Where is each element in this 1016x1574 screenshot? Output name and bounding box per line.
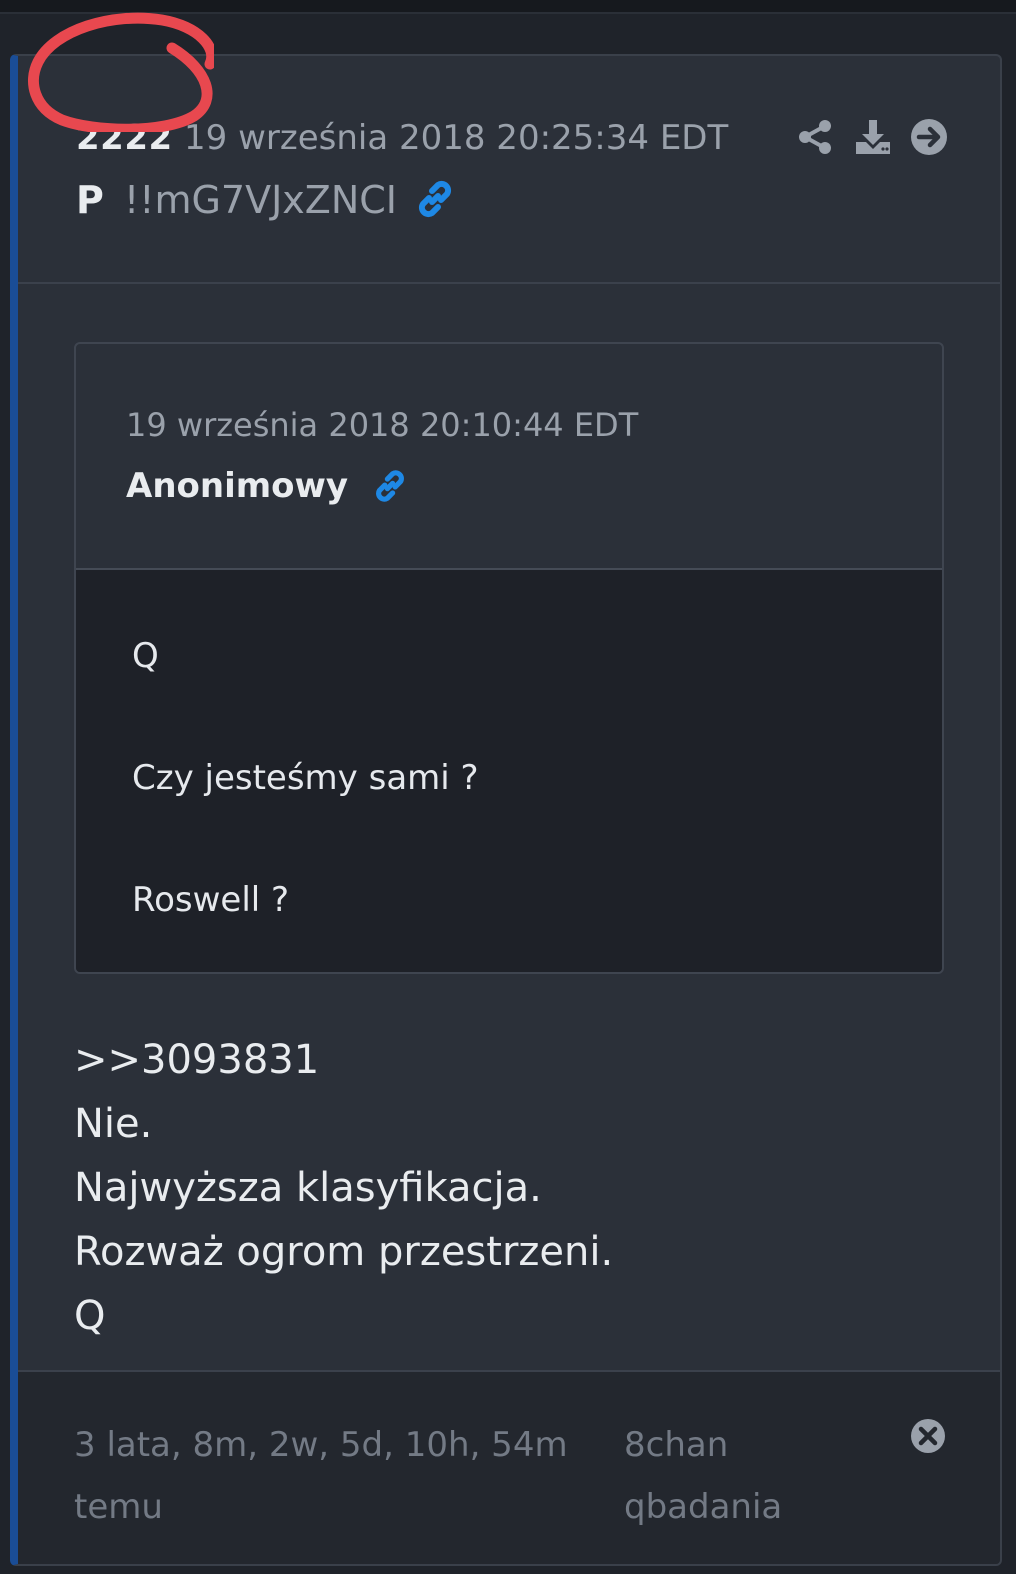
post-message: >>3093831 Nie. Najwyższa klasyfikacja. R… — [74, 1028, 944, 1348]
post-date: 19 września 2018 20:25:34 EDT — [184, 118, 729, 158]
post-header: 2222 19 września 2018 20:25:34 EDT P !!m… — [18, 56, 1000, 284]
quoted-post-header: 19 września 2018 20:10:44 EDT Anonimowy — [76, 344, 942, 570]
quoted-post-body: Q Czy jesteśmy sami ? Roswell ? — [76, 570, 942, 972]
message-line: Najwyższa klasyfikacja. — [74, 1165, 542, 1211]
arrow-right-circle-icon[interactable] — [910, 118, 948, 156]
quoted-post: 19 września 2018 20:10:44 EDT Anonimowy … — [74, 342, 944, 974]
message-signature: Q — [74, 1293, 106, 1339]
quoted-line: Q — [132, 636, 159, 676]
message-line: Rozważ ogrom przestrzeni. — [74, 1229, 614, 1275]
link-icon[interactable] — [370, 466, 410, 506]
message-line: Nie. — [74, 1101, 153, 1147]
post-number[interactable]: 2222 — [76, 118, 173, 158]
post-tripcode: !!mG7VJxZNCI — [124, 178, 397, 222]
download-icon[interactable] — [854, 118, 892, 156]
link-icon[interactable] — [412, 176, 458, 222]
post-footer: 3 lata, 8m, 2w, 5d, 10h, 54m temu 8chan … — [18, 1370, 1000, 1564]
quoted-line: Czy jesteśmy sami ? — [132, 758, 479, 798]
close-circle-icon[interactable] — [910, 1418, 946, 1454]
quoted-post-author: Anonimowy — [126, 466, 349, 506]
quoted-line: Roswell ? — [132, 880, 290, 920]
reply-reference-link[interactable]: >>3093831 — [74, 1028, 944, 1092]
top-bar — [0, 0, 1016, 14]
share-icon[interactable] — [796, 118, 834, 156]
post-card: 2222 19 września 2018 20:25:34 EDT P !!m… — [10, 54, 1002, 1566]
post-author: P — [76, 178, 104, 222]
quoted-post-date: 19 września 2018 20:10:44 EDT — [126, 406, 639, 444]
post-source[interactable]: 8chan qbadania — [624, 1414, 844, 1538]
post-age: 3 lata, 8m, 2w, 5d, 10h, 54m temu — [74, 1425, 568, 1527]
